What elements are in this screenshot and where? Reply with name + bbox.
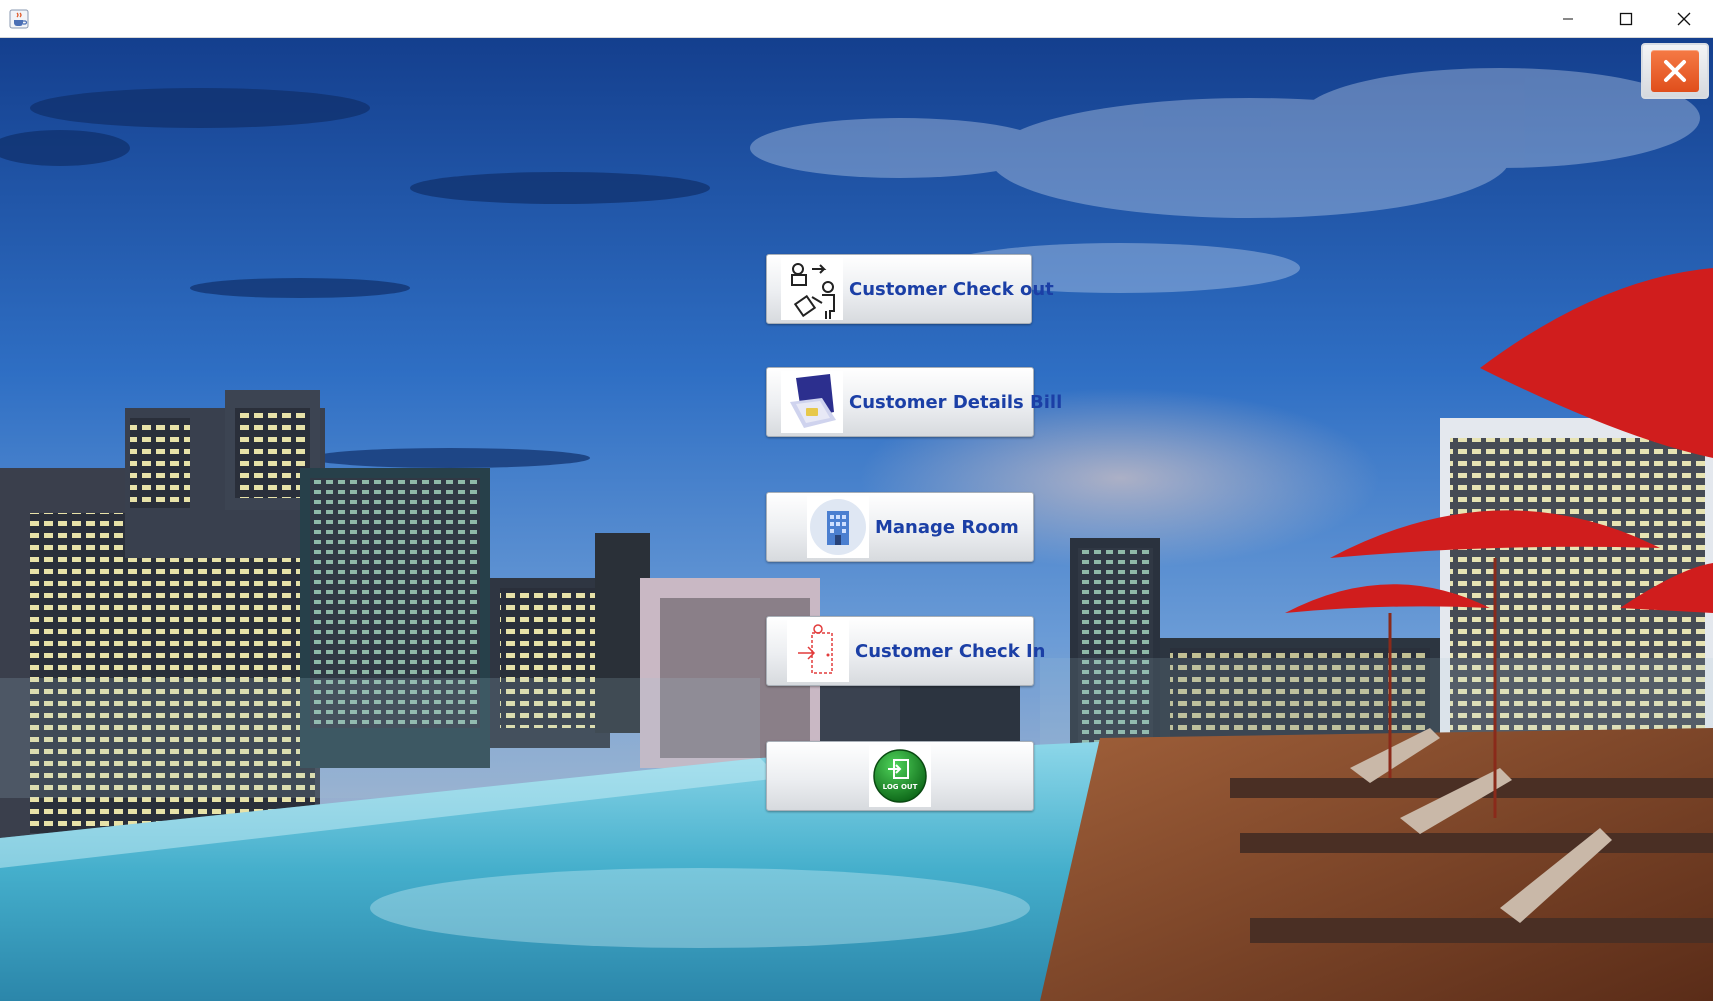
customer-check-out-button[interactable]: Customer Check out (766, 254, 1054, 324)
building-icon (807, 496, 869, 558)
java-cup-icon (9, 9, 29, 29)
close-icon (1677, 12, 1691, 26)
window-close-button[interactable] (1655, 0, 1713, 38)
logout-icon: LOG OUT (869, 745, 931, 807)
minimize-button[interactable] (1539, 0, 1597, 38)
window-title-bar (0, 0, 1713, 38)
maximize-icon (1619, 12, 1633, 26)
logout-icon-text: LOG OUT (883, 783, 918, 791)
customer-details-bill-button[interactable]: Customer Details Bill (766, 367, 1062, 437)
logout-button[interactable]: LOG OUT (766, 741, 1034, 811)
customer-check-in-label: Customer Check In (855, 640, 1046, 662)
maximize-button[interactable] (1597, 0, 1655, 38)
luggage-checkout-icon (781, 258, 843, 320)
customer-details-bill-label: Customer Details Bill (849, 391, 1063, 413)
manage-room-label: Manage Room (875, 516, 1019, 538)
exit-button[interactable] (1641, 43, 1709, 99)
manage-room-button[interactable]: Manage Room (766, 492, 1034, 562)
door-checkin-icon (787, 620, 849, 682)
x-icon (1651, 50, 1699, 92)
customer-check-in-button[interactable]: Customer Check In (766, 616, 1045, 686)
minimize-icon (1563, 18, 1573, 20)
bill-icon (781, 371, 843, 433)
customer-check-out-label: Customer Check out (849, 278, 1054, 300)
